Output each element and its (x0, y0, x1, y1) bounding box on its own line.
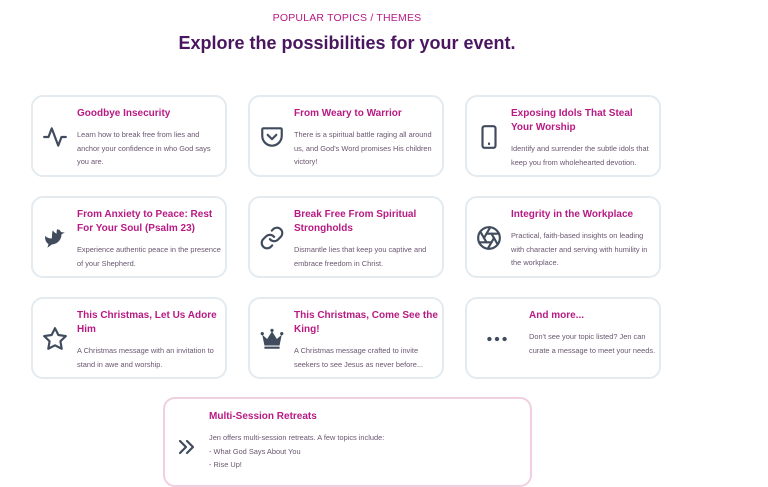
topic-card-spiritual-strongholds[interactable]: Break Free From Spiritual Strongholds Di… (248, 196, 444, 278)
retreat-intro: Jen offers multi-session retreats. A few… (209, 433, 385, 442)
crown-icon (258, 325, 286, 353)
retreat-title: Multi-Session Retreats (209, 411, 317, 422)
topic-card-adore-him[interactable]: This Christmas, Let Us Adore Him A Chris… (31, 297, 227, 379)
topic-title: From Anxiety to Peace: Rest For Your Sou… (77, 209, 213, 234)
topic-title: Goodbye Insecurity (77, 108, 171, 119)
topic-description: Dismantle lies that keep you captive and… (294, 245, 427, 268)
topic-card-weary-to-warrior[interactable]: From Weary to Warrior There is a spiritu… (248, 95, 444, 177)
topic-title: Exposing Idols That Steal Your Worship (511, 108, 633, 133)
aperture-icon (475, 224, 503, 252)
topic-title: Integrity in the Workplace (511, 209, 634, 220)
topic-description: Learn how to break free from lies and an… (77, 130, 211, 166)
dove-icon (41, 224, 69, 252)
star-icon (41, 325, 69, 353)
chain-link-icon (258, 224, 286, 252)
topic-card-and-more[interactable]: And more... Don't see your topic listed?… (465, 297, 661, 379)
topic-card-integrity-workplace[interactable]: Integrity in the Workplace Practical, fa… (465, 196, 661, 278)
topic-description: Practical, faith-based insights on leadi… (511, 231, 648, 267)
topic-title: And more... (529, 310, 585, 321)
section-headline: Explore the possibilities for your event… (178, 33, 516, 53)
topic-card-anxiety-to-peace[interactable]: From Anxiety to Peace: Rest For Your Sou… (31, 196, 227, 278)
topic-description: A Christmas message with an invitation t… (77, 346, 214, 369)
more-dots-icon (483, 325, 511, 353)
topic-title: This Christmas, Come See the King! (294, 310, 438, 335)
topic-description: A Christmas message crafted to invite se… (294, 346, 423, 369)
topic-title: From Weary to Warrior (294, 108, 402, 119)
pocket-shield-icon (258, 123, 286, 151)
retreat-topic-item: - Rise Up! (209, 460, 242, 469)
topic-description: Experience authentic peace in the presen… (77, 245, 221, 268)
topic-card-exposing-idols[interactable]: Exposing Idols That Steal Your Worship I… (465, 95, 661, 177)
topic-description: There is a spiritual battle raging all a… (294, 130, 432, 166)
section-eyebrow: POPULAR TOPICS / THEMES (272, 12, 422, 24)
retreat-topic-item: - What God Says About You (209, 447, 301, 456)
multi-session-retreats-card[interactable]: Multi-Session Retreats Jen offers multi-… (163, 397, 532, 487)
topic-card-see-the-king[interactable]: This Christmas, Come See the King! A Chr… (248, 297, 444, 379)
topic-description: Identify and surrender the subtle idols … (511, 144, 649, 167)
heartbeat-icon (41, 123, 69, 151)
topic-description: Don't see your topic listed? Jen can cur… (529, 332, 656, 355)
topic-title: Break Free From Spiritual Strongholds (294, 209, 417, 234)
double-chevron-right-icon (175, 435, 199, 459)
smartphone-icon (475, 123, 503, 151)
topic-card-goodbye-insecurity[interactable]: Goodbye Insecurity Learn how to break fr… (31, 95, 227, 177)
topic-title: This Christmas, Let Us Adore Him (77, 310, 217, 335)
